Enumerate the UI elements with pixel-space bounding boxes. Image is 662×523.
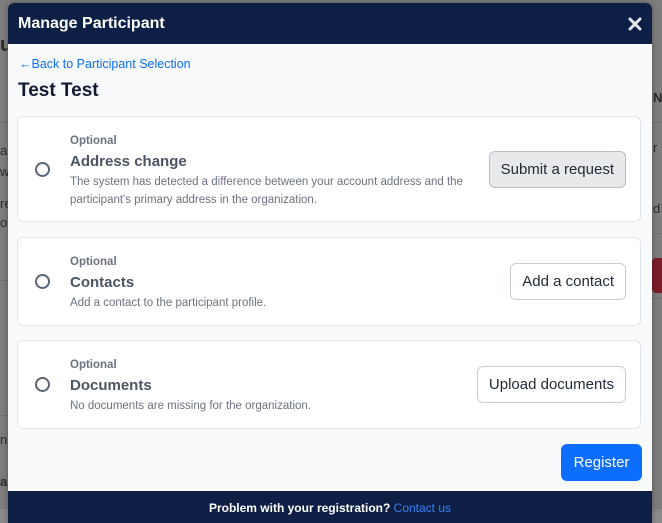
dialog-header: Manage Participant [8, 3, 652, 44]
task-title: Documents [70, 377, 152, 394]
background-fragment: a [0, 143, 8, 158]
background-fragment: r [653, 140, 658, 155]
task-description: Add a contact to the participant profile… [70, 297, 267, 309]
register-button[interactable]: Register [561, 444, 642, 481]
contact-us-link[interactable]: Contact us [394, 501, 451, 515]
background-divider [652, 233, 662, 234]
dialog-title: Manage Participant [18, 15, 165, 32]
task-radio-contacts[interactable] [35, 274, 50, 289]
background-divider [0, 415, 8, 416]
back-to-participant-selection-link[interactable]: ←Back to Participant Selection [19, 57, 191, 71]
background-fragment: a [0, 474, 8, 489]
footer-message: Problem with your registration? Contact … [8, 501, 652, 515]
task-card-address-change: Optional Address change The system has d… [17, 116, 641, 222]
dialog-footer: Problem with your registration? Contact … [8, 491, 652, 523]
background-fragment: n [0, 432, 8, 447]
background-button-fragment [652, 258, 662, 293]
background-divider [0, 280, 8, 281]
background-fragment: N [653, 90, 662, 105]
add-contact-button[interactable]: Add a contact [510, 263, 626, 300]
task-radio-address-change[interactable] [35, 162, 50, 177]
participant-name: Test Test [18, 80, 99, 101]
close-icon[interactable] [628, 17, 642, 31]
task-description: No documents are missing for the organiz… [70, 400, 311, 412]
background-fragment: o [0, 215, 8, 230]
upload-documents-button[interactable]: Upload documents [476, 366, 626, 403]
background-fragment: d [653, 201, 661, 216]
background-divider [652, 122, 662, 123]
task-title: Address change [70, 153, 187, 170]
task-tag: Optional [70, 256, 117, 268]
footer-text: Problem with your registration? [208, 501, 391, 515]
task-card-contacts: Optional Contacts Add a contact to the p… [17, 237, 641, 326]
task-description: The system has detected a difference bet… [70, 176, 463, 206]
submit-request-button[interactable]: Submit a request [488, 151, 626, 188]
task-title: Contacts [70, 274, 135, 291]
task-card-documents: Optional Documents No documents are miss… [17, 340, 641, 429]
task-tag: Optional [70, 135, 117, 147]
task-tag: Optional [70, 359, 117, 371]
manage-participant-dialog: Manage Participant ←Back to Participant … [8, 3, 652, 523]
background-divider [0, 122, 8, 123]
background-divider [652, 298, 662, 299]
task-radio-documents[interactable] [35, 377, 50, 392]
